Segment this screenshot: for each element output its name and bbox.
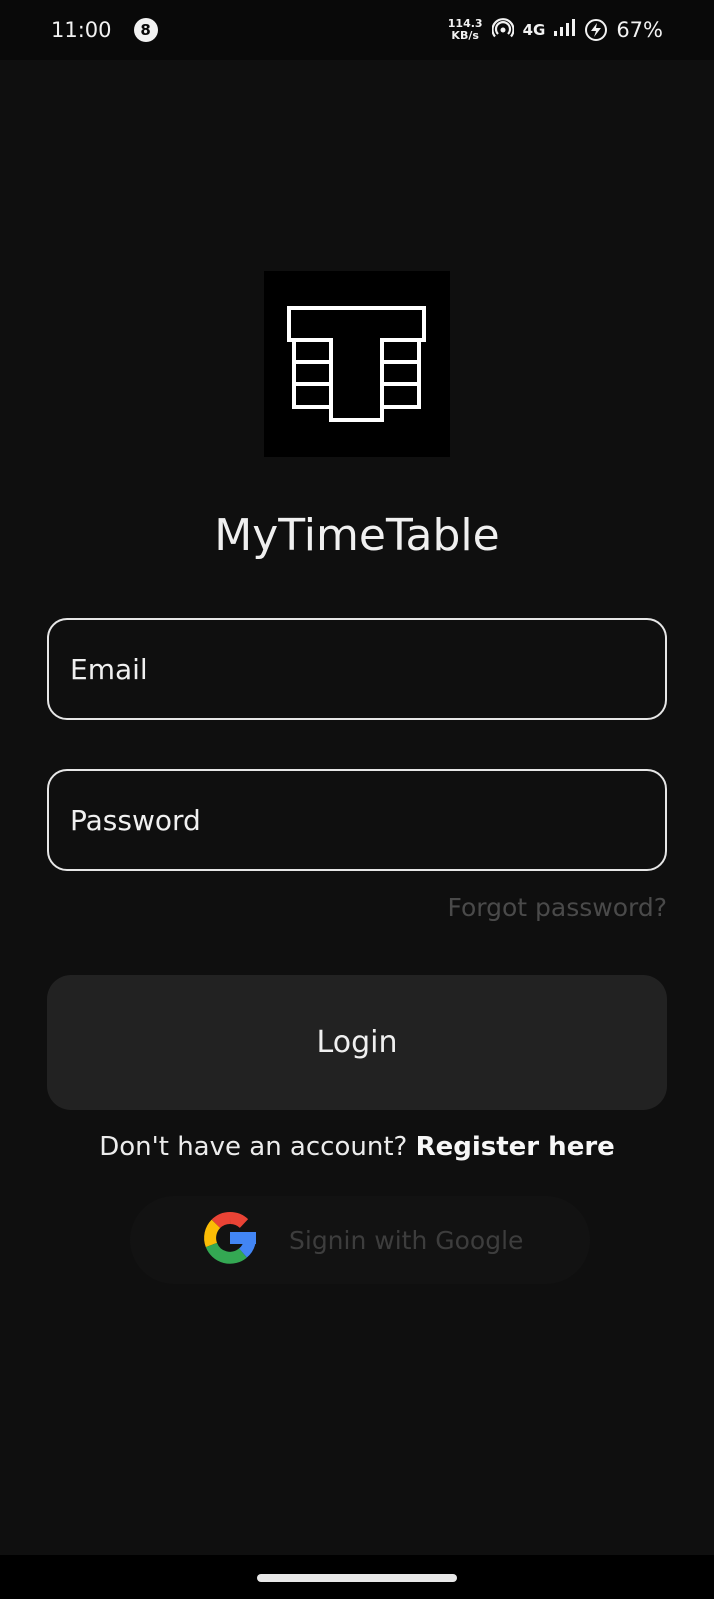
register-link[interactable]: Register here (416, 1132, 615, 1162)
battery-level: 67% (616, 18, 663, 42)
status-left: 11:00 8 (51, 18, 158, 42)
register-row: Don't have an account? Register here (0, 1132, 714, 1162)
signal-icon (554, 18, 576, 43)
hotspot-icon (490, 17, 515, 43)
password-input[interactable] (70, 803, 665, 837)
battery-charging-icon (585, 19, 608, 41)
notification-badge: 8 (133, 18, 158, 42)
app-title: MyTimeTable (214, 510, 500, 561)
google-icon (195, 1203, 265, 1277)
email-field[interactable] (47, 618, 667, 720)
status-time: 11:00 (51, 18, 112, 42)
network-speed-unit: KB/s (451, 29, 479, 42)
password-field[interactable] (47, 769, 667, 871)
google-signin-label: Signin with Google (289, 1225, 524, 1255)
network-type: 4G (522, 21, 546, 39)
status-bar: 11:00 8 114.3 KB/s 4G 67% (0, 0, 714, 60)
forgot-password-link[interactable]: Forgot password? (448, 893, 668, 922)
network-speed: 114.3 KB/s (448, 18, 483, 42)
register-prompt: Don't have an account? (99, 1132, 416, 1162)
home-gesture-handle[interactable] (257, 1574, 457, 1582)
timetable-logo-icon (264, 271, 450, 457)
google-signin-button[interactable]: Signin with Google (130, 1196, 590, 1284)
email-input[interactable] (70, 652, 665, 686)
status-right: 114.3 KB/s 4G 67% (448, 18, 663, 43)
login-button[interactable]: Login (47, 975, 667, 1110)
